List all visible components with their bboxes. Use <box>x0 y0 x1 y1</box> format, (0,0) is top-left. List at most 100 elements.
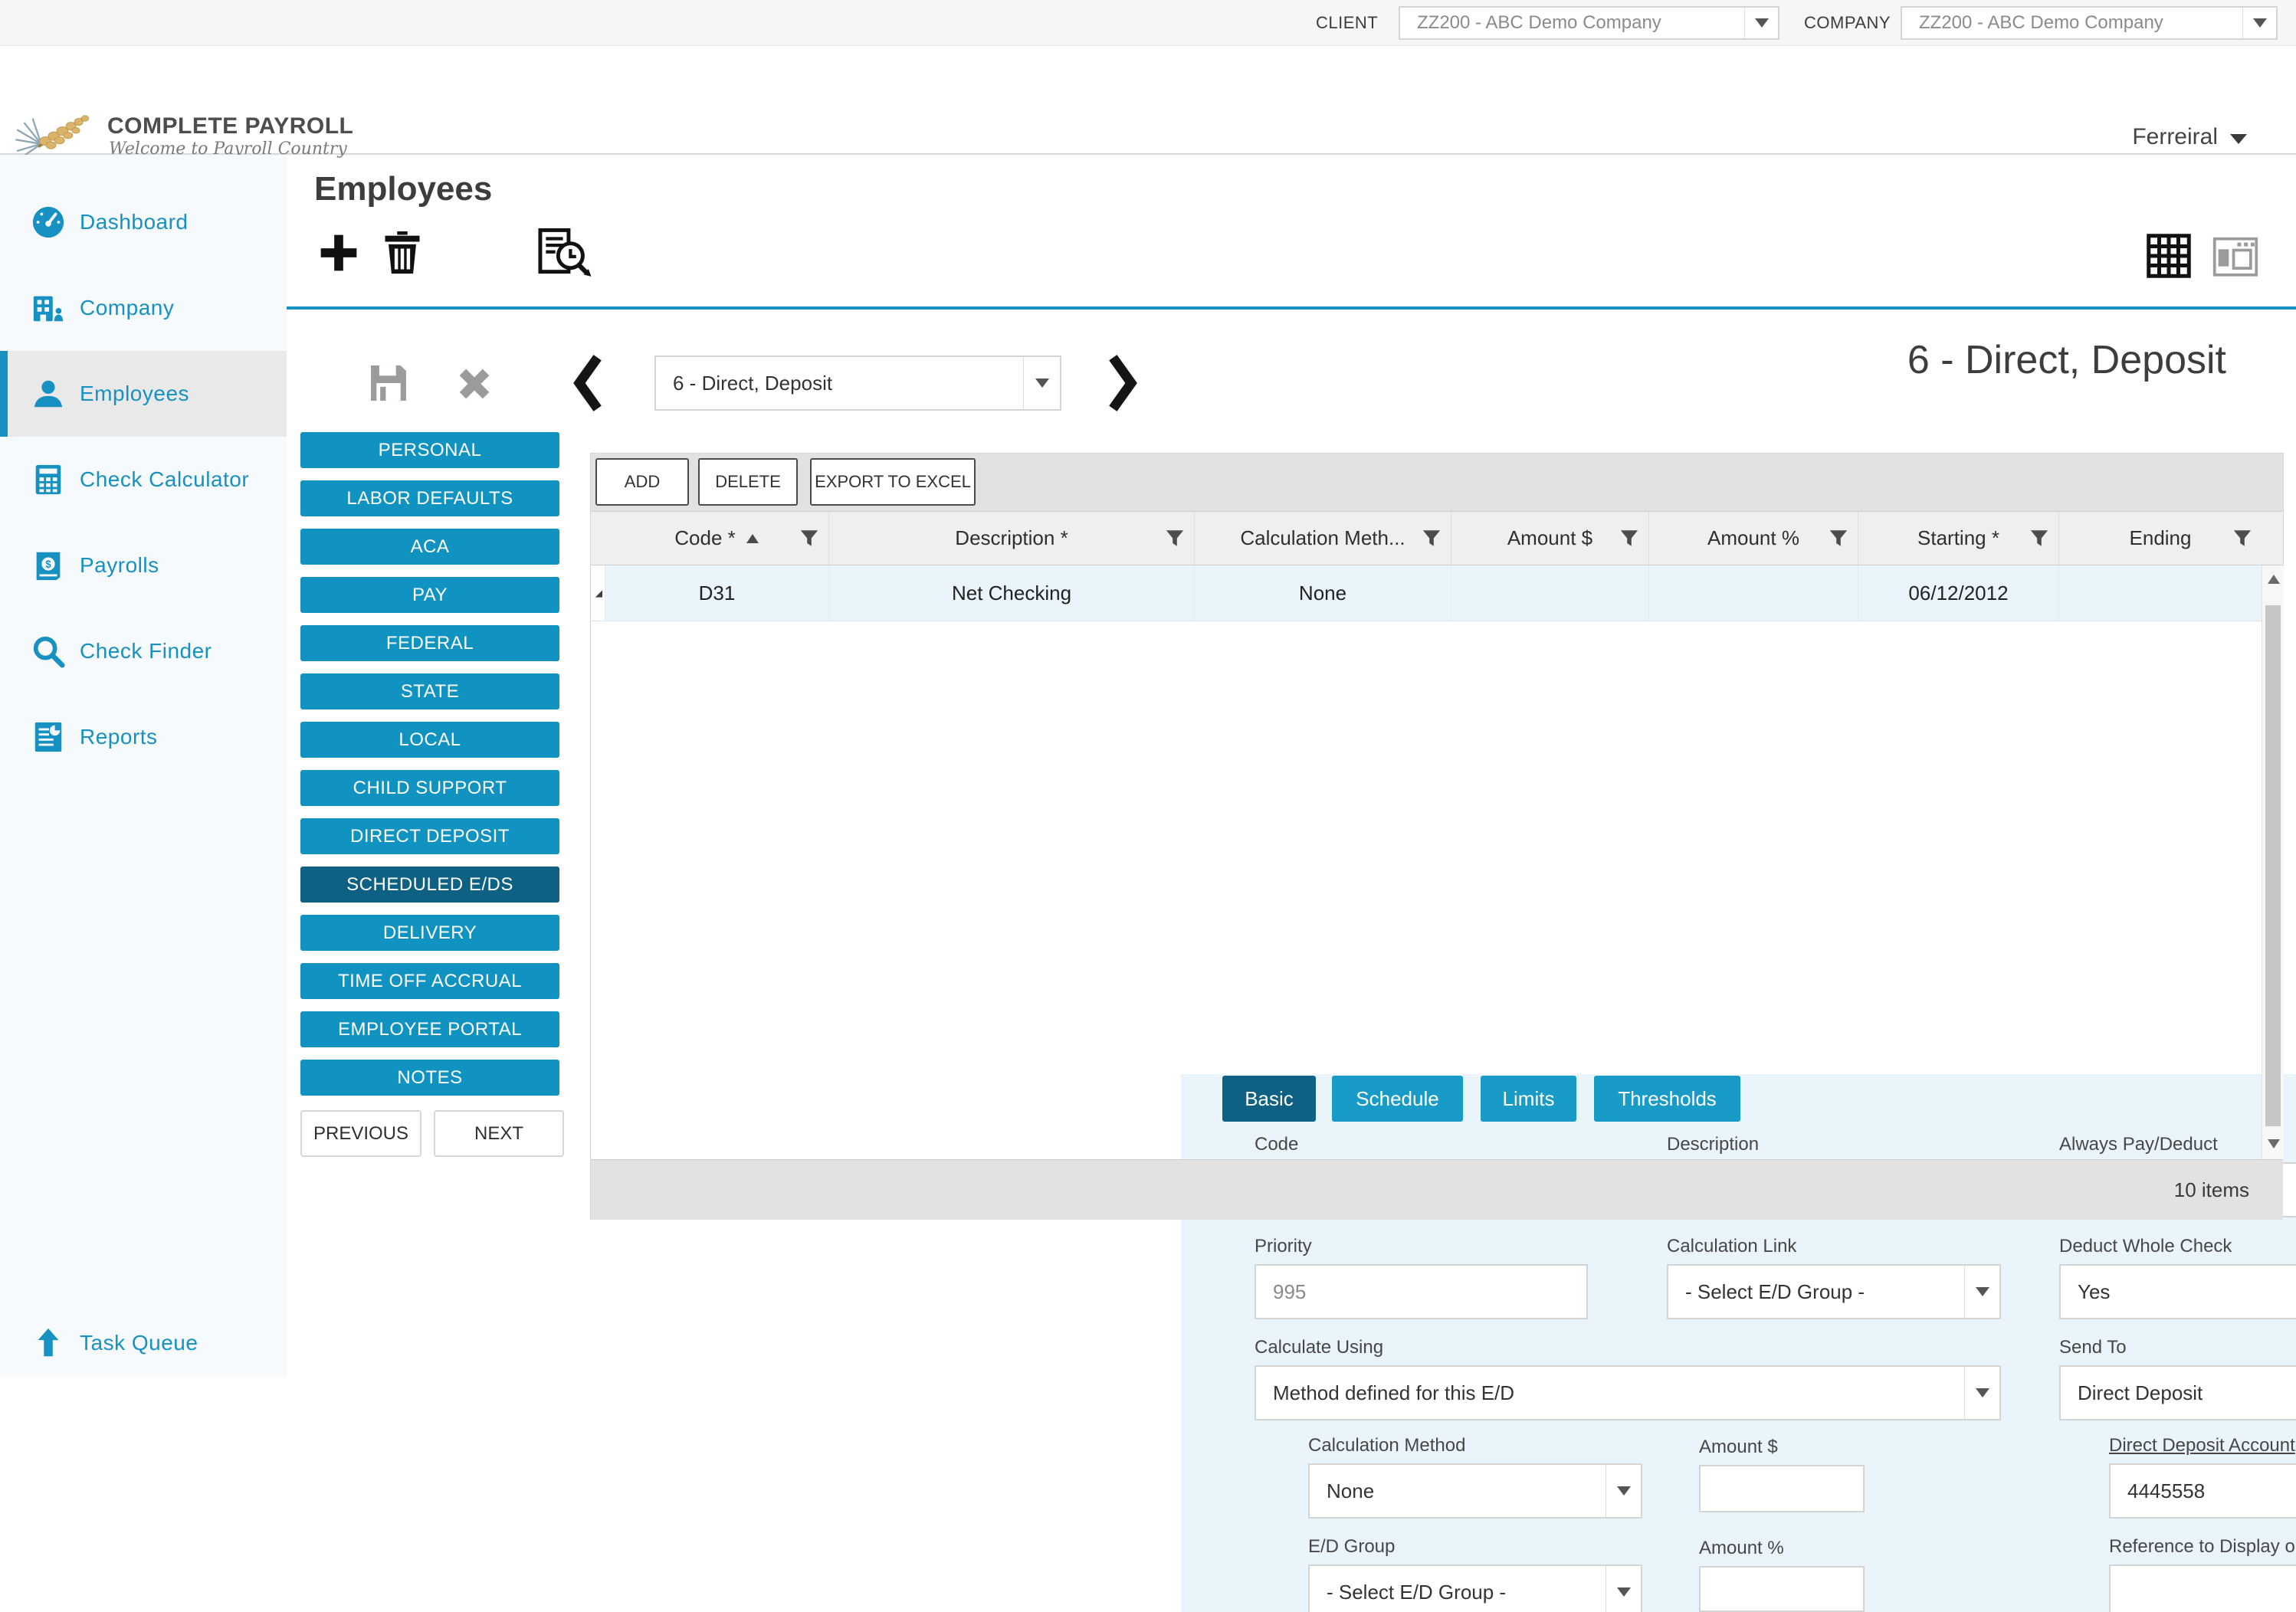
chevron-down-icon[interactable] <box>1606 1465 1641 1517</box>
filter-icon[interactable] <box>2232 529 2252 548</box>
column-header-label: Amount $ <box>1507 526 1593 549</box>
filter-icon[interactable] <box>1422 529 1442 548</box>
calculation-method-select[interactable]: None <box>1308 1463 1642 1519</box>
ed-group-select[interactable]: - Select E/D Group - <box>1308 1564 1642 1612</box>
previous-button[interactable]: PREVIOUS <box>300 1110 421 1157</box>
sidebar-item-payrolls[interactable]: $ Payrolls <box>0 523 287 608</box>
subnav-aca[interactable]: ACA <box>300 529 559 565</box>
column-header-label: Amount % <box>1707 526 1799 549</box>
send-to-select[interactable]: Direct Deposit <box>2059 1365 2296 1420</box>
subnav-child-support[interactable]: CHILD SUPPORT <box>300 770 559 806</box>
column-header-ending[interactable]: Ending <box>2058 512 2262 565</box>
subnav-federal[interactable]: FEDERAL <box>300 625 559 661</box>
row-cell-calculation_method: None <box>1194 565 1451 621</box>
export-to-excel-button[interactable]: EXPORT TO EXCEL <box>810 458 976 506</box>
chevron-down-icon[interactable] <box>1606 1566 1641 1612</box>
filter-icon[interactable] <box>1619 529 1639 548</box>
company-label: COMPANY <box>1804 13 1891 32</box>
save-button[interactable] <box>366 360 411 406</box>
calculation-link-select[interactable]: - Select E/D Group - <box>1667 1264 2001 1319</box>
sidebar-item-label: Employees <box>80 382 190 405</box>
detail-view-icon[interactable] <box>2212 233 2259 279</box>
calculate-using-select[interactable]: Method defined for this E/D <box>1255 1365 2001 1420</box>
filter-icon[interactable] <box>1829 529 1848 548</box>
sidebar-item-check-finder[interactable]: Check Finder <box>0 608 287 694</box>
client-select[interactable]: ZZ200 - ABC Demo Company <box>1399 6 1779 40</box>
next-button[interactable]: NEXT <box>434 1110 564 1157</box>
grid-footer: 10 items <box>591 1159 2283 1220</box>
company-icon <box>31 290 66 326</box>
subnav-personal[interactable]: PERSONAL <box>300 432 559 468</box>
amount-percent-input[interactable] <box>1699 1566 1865 1612</box>
chevron-down-icon[interactable] <box>1744 8 1778 38</box>
scrollbar-thumb[interactable] <box>2265 605 2281 1126</box>
row-cell-code: D31 <box>605 565 828 621</box>
priority-input[interactable] <box>1255 1264 1588 1319</box>
user-name: Ferreiral <box>2132 124 2218 149</box>
audit-history-button[interactable] <box>536 227 593 279</box>
user-menu[interactable]: Ferreiral <box>2132 124 2247 150</box>
tab-basic[interactable]: Basic <box>1222 1076 1316 1122</box>
column-header-calculation_method[interactable]: Calculation Meth... <box>1194 512 1451 565</box>
direct-deposit-account-select[interactable]: 4445558 <box>2109 1463 2296 1519</box>
deduct-whole-check-select[interactable]: Yes <box>2059 1264 2296 1319</box>
direct-deposit-account-label: Direct Deposit Account <box>2109 1435 2295 1456</box>
subnav-time-off-accrual[interactable]: TIME OFF ACCRUAL <box>300 963 559 999</box>
add-employee-button[interactable] <box>317 231 360 274</box>
subnav-scheduled-e-ds[interactable]: SCHEDULED E/DS <box>300 867 559 903</box>
scroll-up-icon[interactable] <box>2268 575 2280 584</box>
sidebar-item-label: Reports <box>80 725 158 749</box>
task-queue-label: Task Queue <box>80 1331 198 1355</box>
sidebar-item-dashboard[interactable]: Dashboard <box>0 179 287 265</box>
column-header-amount_dollar[interactable]: Amount $ <box>1451 512 1648 565</box>
sidebar-item-label: Company <box>80 296 175 319</box>
column-header-starting[interactable]: Starting * <box>1858 512 2058 565</box>
delete-button[interactable]: DELETE <box>698 458 798 506</box>
chevron-down-icon[interactable] <box>2242 8 2276 38</box>
cancel-button[interactable] <box>452 362 497 406</box>
company-select[interactable]: ZZ200 - ABC Demo Company <box>1901 6 2278 40</box>
subnav-labor-defaults[interactable]: LABOR DEFAULTS <box>300 480 559 516</box>
next-employee-chevron[interactable] <box>1108 354 1137 412</box>
sidebar-item-check-calculator[interactable]: Check Calculator <box>0 437 287 523</box>
grid-view-icon[interactable] <box>2146 233 2192 279</box>
sort-ascending-icon <box>746 533 759 543</box>
filter-icon[interactable] <box>2029 529 2049 548</box>
chevron-down-icon[interactable] <box>1964 1367 1999 1419</box>
sidebar-item-employees[interactable]: Employees <box>0 351 287 437</box>
amount-dollar-label: Amount $ <box>1699 1437 1778 1457</box>
reference-on-check-input[interactable] <box>2109 1564 2296 1612</box>
filter-icon[interactable] <box>1165 529 1185 548</box>
tab-limits[interactable]: Limits <box>1481 1076 1576 1122</box>
subnav-pay[interactable]: PAY <box>300 577 559 613</box>
table-row[interactable]: D31 Net Checking None 06/12/2012 <box>591 565 2262 621</box>
filter-icon[interactable] <box>799 529 819 548</box>
collapse-row-icon[interactable] <box>593 588 605 600</box>
brand-bar: COMPLETE PAYROLL Welcome to Payroll Coun… <box>0 46 2296 159</box>
column-header-description[interactable]: Description * <box>828 512 1194 565</box>
subnav-state[interactable]: STATE <box>300 673 559 709</box>
subnav-delivery[interactable]: DELIVERY <box>300 915 559 951</box>
column-header-code[interactable]: Code * <box>605 512 828 565</box>
subnav-notes[interactable]: NOTES <box>300 1060 559 1096</box>
employee-select[interactable]: 6 - Direct, Deposit <box>654 355 1061 411</box>
column-header-amount_percent[interactable]: Amount % <box>1648 512 1858 565</box>
sidebar-item-task-queue[interactable]: Task Queue <box>0 1306 287 1380</box>
grid-scrollbar[interactable] <box>2262 565 2284 1159</box>
tab-schedule[interactable]: Schedule <box>1332 1076 1463 1122</box>
add-button[interactable]: ADD <box>595 458 689 506</box>
subnav-local[interactable]: LOCAL <box>300 722 559 758</box>
row-cell-amount_dollar <box>1451 565 1648 621</box>
sidebar-item-company[interactable]: Company <box>0 265 287 351</box>
subnav-employee-portal[interactable]: EMPLOYEE PORTAL <box>300 1011 559 1047</box>
amount-dollar-input[interactable] <box>1699 1465 1865 1512</box>
previous-employee-chevron[interactable] <box>573 354 602 412</box>
scroll-down-icon[interactable] <box>2268 1139 2280 1148</box>
subnav-direct-deposit[interactable]: DIRECT DEPOSIT <box>300 818 559 854</box>
tab-thresholds[interactable]: Thresholds <box>1594 1076 1740 1122</box>
chevron-down-icon[interactable] <box>1023 357 1060 409</box>
sidebar-item-reports[interactable]: Reports <box>0 694 287 780</box>
delete-employee-button[interactable] <box>382 228 423 276</box>
svg-text:$: $ <box>45 559 51 570</box>
chevron-down-icon[interactable] <box>1964 1266 1999 1318</box>
